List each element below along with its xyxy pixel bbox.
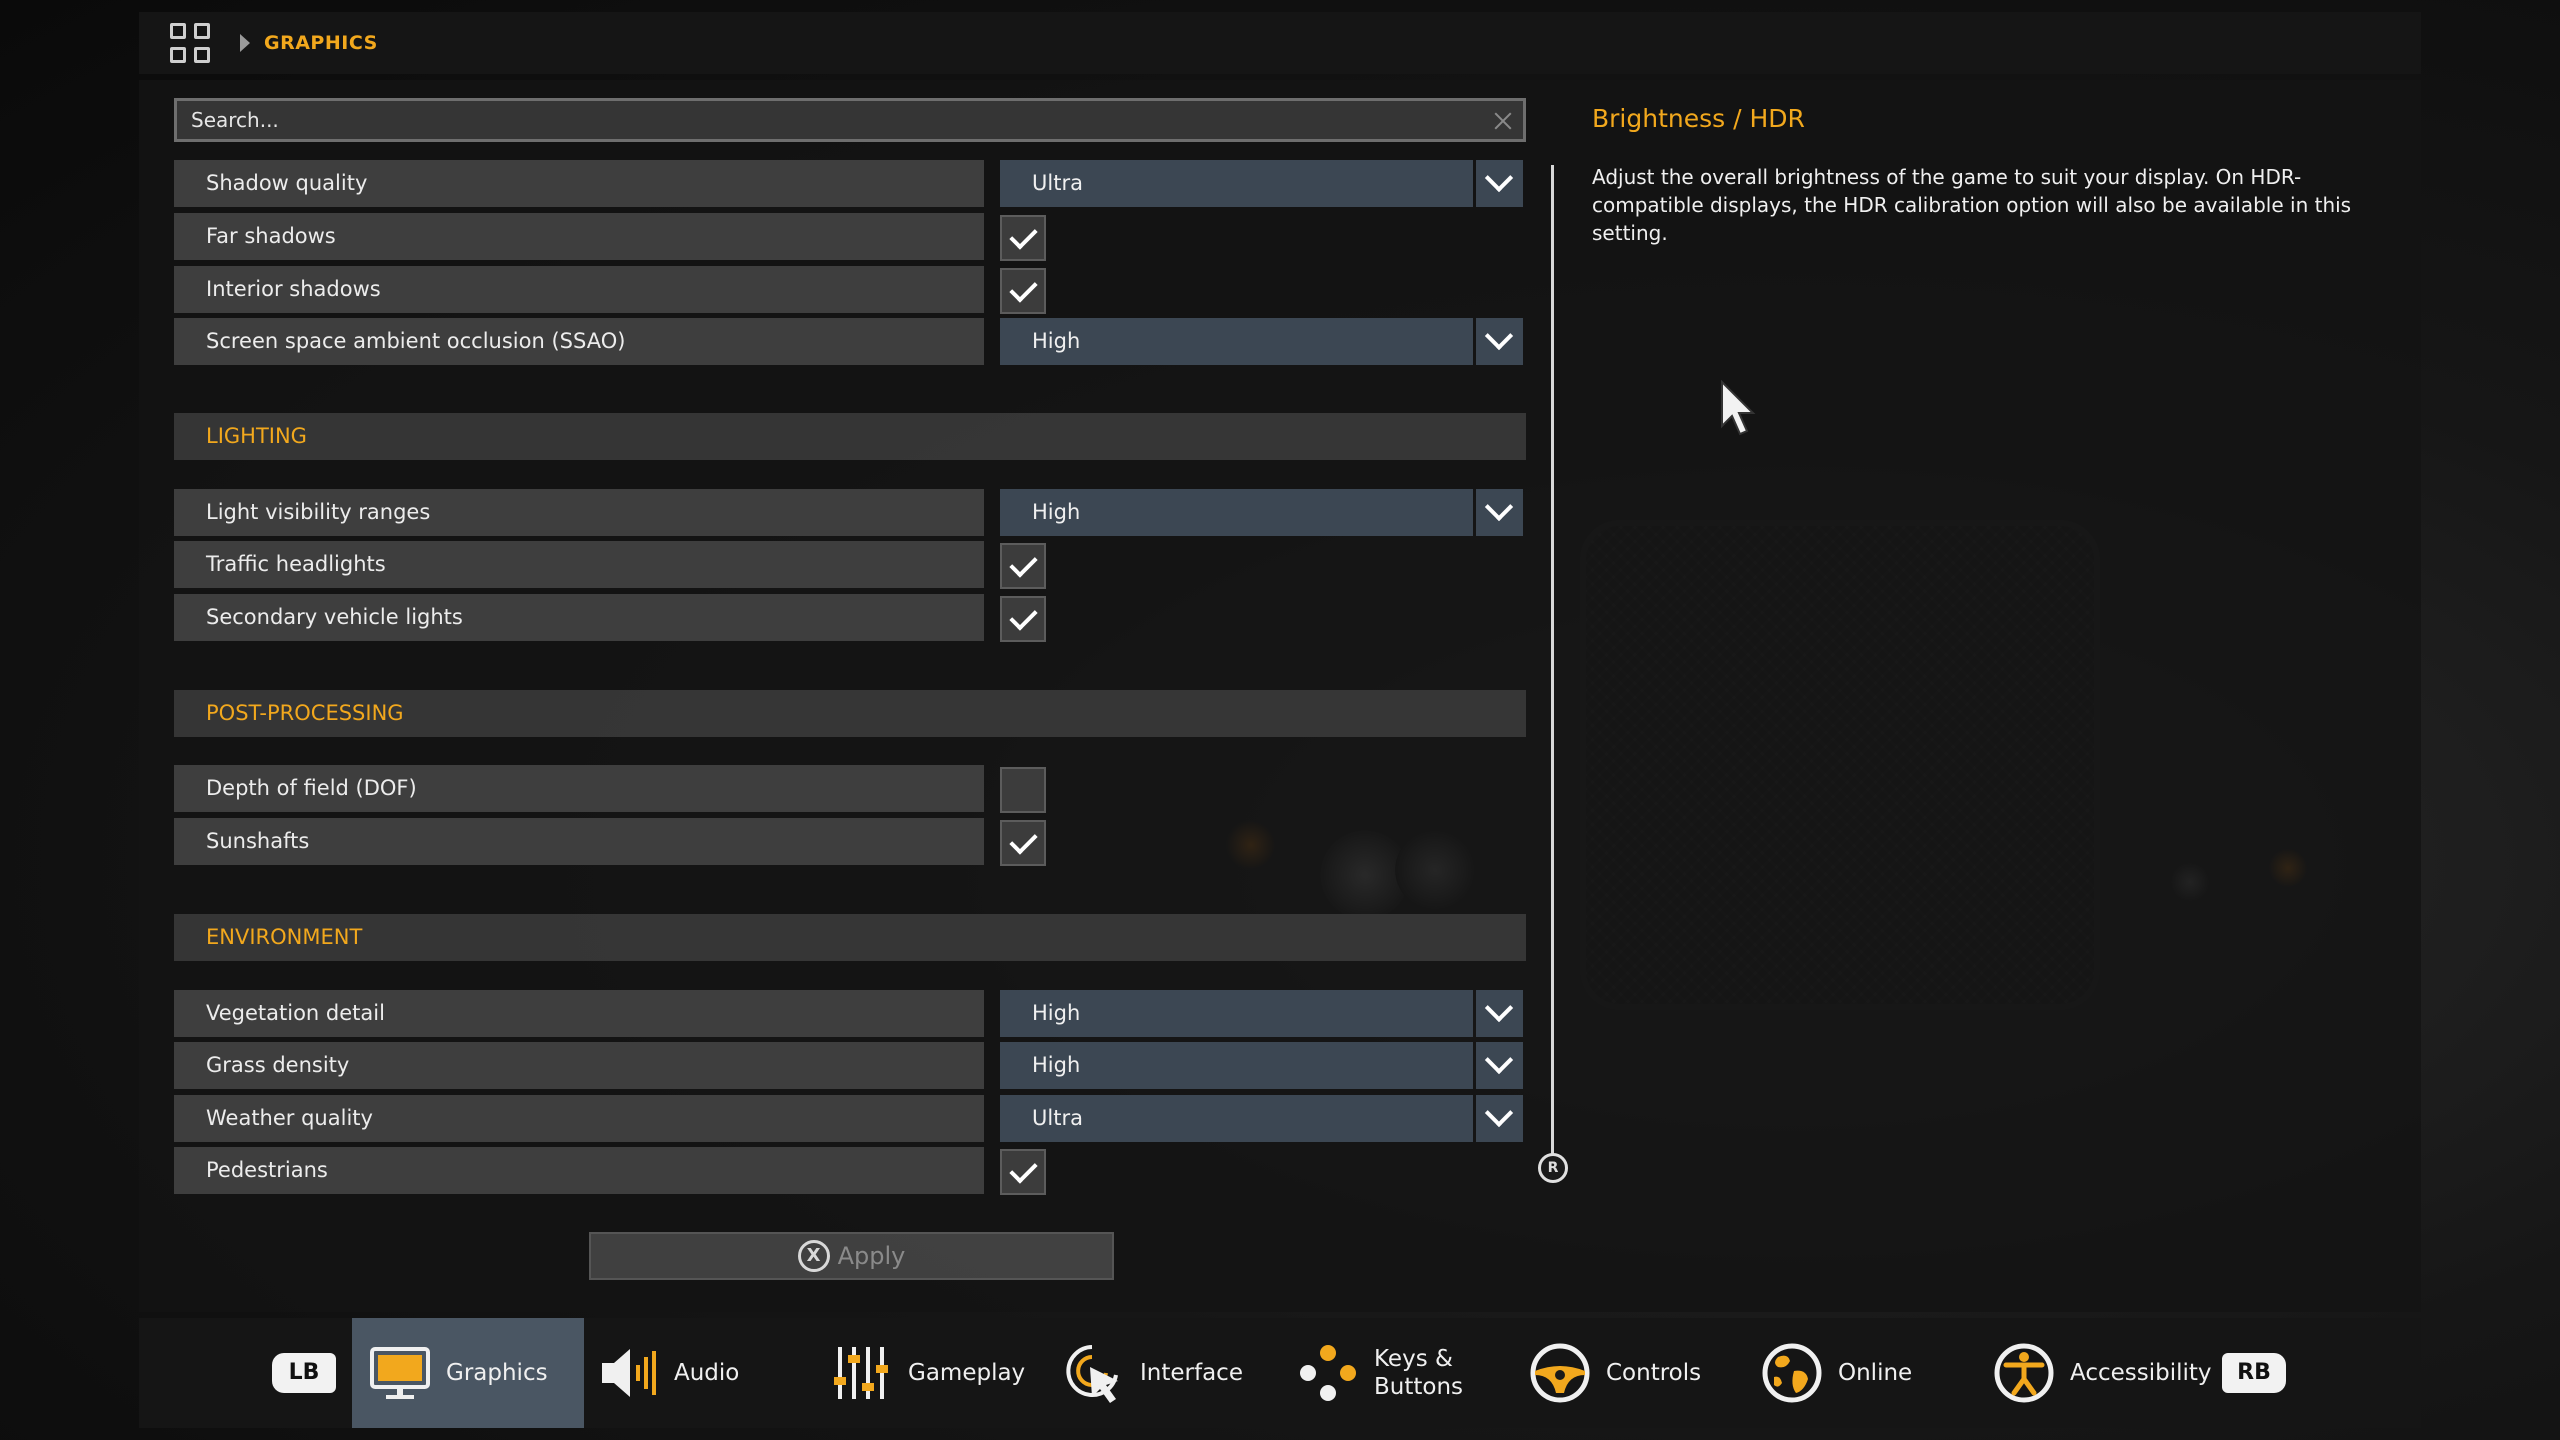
speaker-icon [602, 1349, 656, 1397]
setting-label: Light visibility ranges [174, 489, 984, 536]
cursor-click-icon [1066, 1345, 1118, 1403]
weather-quality-select[interactable]: Ultra [1000, 1095, 1540, 1142]
far-shadows-checkbox[interactable] [1000, 215, 1046, 261]
setting-label: Weather quality [174, 1095, 984, 1142]
select-value: High [1000, 318, 1473, 365]
pedestrians-checkbox[interactable] [1000, 1149, 1046, 1195]
sunshafts-checkbox[interactable] [1000, 820, 1046, 866]
setting-label: Far shadows [174, 213, 984, 260]
select-value: Ultra [1000, 1095, 1473, 1142]
tab-interface[interactable]: Interface [1062, 1318, 1243, 1428]
tab-controls[interactable]: Controls [1528, 1318, 1701, 1428]
setting-label: Screen space ambient occlusion (SSAO) [174, 318, 984, 365]
section-header-environment: ENVIRONMENT [174, 914, 1526, 961]
breadcrumb: GRAPHICS [264, 32, 378, 54]
chevron-down-icon[interactable] [1476, 990, 1523, 1037]
menu-grid-icon[interactable] [170, 23, 210, 63]
select-value: High [1000, 1042, 1473, 1089]
sliders-icon [834, 1347, 888, 1399]
section-header-lighting: LIGHTING [174, 413, 1526, 460]
x-button-icon: X [797, 1240, 830, 1272]
setting-label: Interior shadows [174, 266, 984, 313]
gamepad-buttons-icon [1300, 1345, 1356, 1401]
clear-search-icon[interactable] [1483, 100, 1523, 140]
vegetation-detail-select[interactable]: High [1000, 990, 1540, 1037]
tab-label: Controls [1606, 1360, 1702, 1386]
tab-label: Online [1838, 1360, 1913, 1386]
apply-label: Apply [837, 1242, 906, 1270]
search-input[interactable] [177, 108, 1483, 132]
apply-button[interactable]: X Apply [589, 1232, 1114, 1280]
globe-icon [1762, 1343, 1822, 1403]
chevron-down-icon[interactable] [1476, 318, 1523, 365]
scroll-stick-icon[interactable]: R [1538, 1153, 1568, 1183]
setting-label: Depth of field (DOF) [174, 765, 984, 812]
setting-label: Traffic headlights [174, 541, 984, 588]
setting-label: Shadow quality [174, 160, 984, 207]
ssao-select[interactable]: High [1000, 318, 1540, 365]
mouse-cursor-icon [1721, 380, 1756, 436]
chevron-down-icon[interactable] [1476, 160, 1523, 207]
tab-label: Gameplay [908, 1360, 1026, 1386]
tab-label: Interface [1140, 1360, 1243, 1386]
setting-label: Grass density [174, 1042, 984, 1089]
tab-label: Graphics [446, 1360, 548, 1386]
accessibility-icon [1994, 1343, 2054, 1403]
chevron-down-icon[interactable] [1476, 489, 1523, 536]
setting-label: Pedestrians [174, 1147, 984, 1194]
tab-label: Audio [674, 1360, 740, 1386]
depth-of-field-checkbox[interactable] [1000, 767, 1046, 813]
select-value: High [1000, 990, 1473, 1037]
shadow-quality-select[interactable]: Ultra [1000, 160, 1540, 207]
scrollbar-track[interactable] [1551, 165, 1554, 1165]
setting-label: Vegetation detail [174, 990, 984, 1037]
grass-density-select[interactable]: High [1000, 1042, 1540, 1089]
traffic-headlights-checkbox[interactable] [1000, 543, 1046, 589]
tab-online[interactable]: Online [1760, 1318, 1912, 1428]
steering-wheel-icon [1530, 1343, 1590, 1403]
search-field[interactable] [174, 98, 1526, 142]
breadcrumb-arrow-icon [240, 34, 250, 52]
tab-graphics[interactable]: Graphics [352, 1318, 584, 1428]
tab-keys-buttons[interactable]: Keys & Buttons [1296, 1318, 1463, 1428]
select-value: High [1000, 489, 1473, 536]
tab-label: Accessibility [2070, 1360, 2212, 1386]
light-visibility-select[interactable]: High [1000, 489, 1540, 536]
setting-label: Sunshafts [174, 818, 984, 865]
tab-gameplay[interactable]: Gameplay [830, 1318, 1025, 1428]
description-text: Adjust the overall brightness of the gam… [1592, 165, 2352, 245]
description-title: Brightness / HDR [1592, 104, 1805, 133]
tab-label: Keys & [1374, 1346, 1453, 1372]
monitor-icon [370, 1347, 430, 1399]
tab-audio[interactable]: Audio [596, 1318, 739, 1428]
top-bar: GRAPHICS [139, 12, 2421, 74]
select-value: Ultra [1000, 160, 1473, 207]
chevron-down-icon[interactable] [1476, 1095, 1523, 1142]
section-header-post-processing: POST-PROCESSING [174, 690, 1526, 737]
rb-bumper-icon[interactable]: RB [2222, 1353, 2286, 1393]
tab-accessibility[interactable]: Accessibility [1992, 1318, 2212, 1428]
tab-label-line2: Buttons [1374, 1374, 1464, 1400]
secondary-vehicle-lights-checkbox[interactable] [1000, 596, 1046, 642]
lb-bumper-icon[interactable]: LB [272, 1353, 336, 1393]
interior-shadows-checkbox[interactable] [1000, 268, 1046, 314]
chevron-down-icon[interactable] [1476, 1042, 1523, 1089]
setting-label: Secondary vehicle lights [174, 594, 984, 641]
